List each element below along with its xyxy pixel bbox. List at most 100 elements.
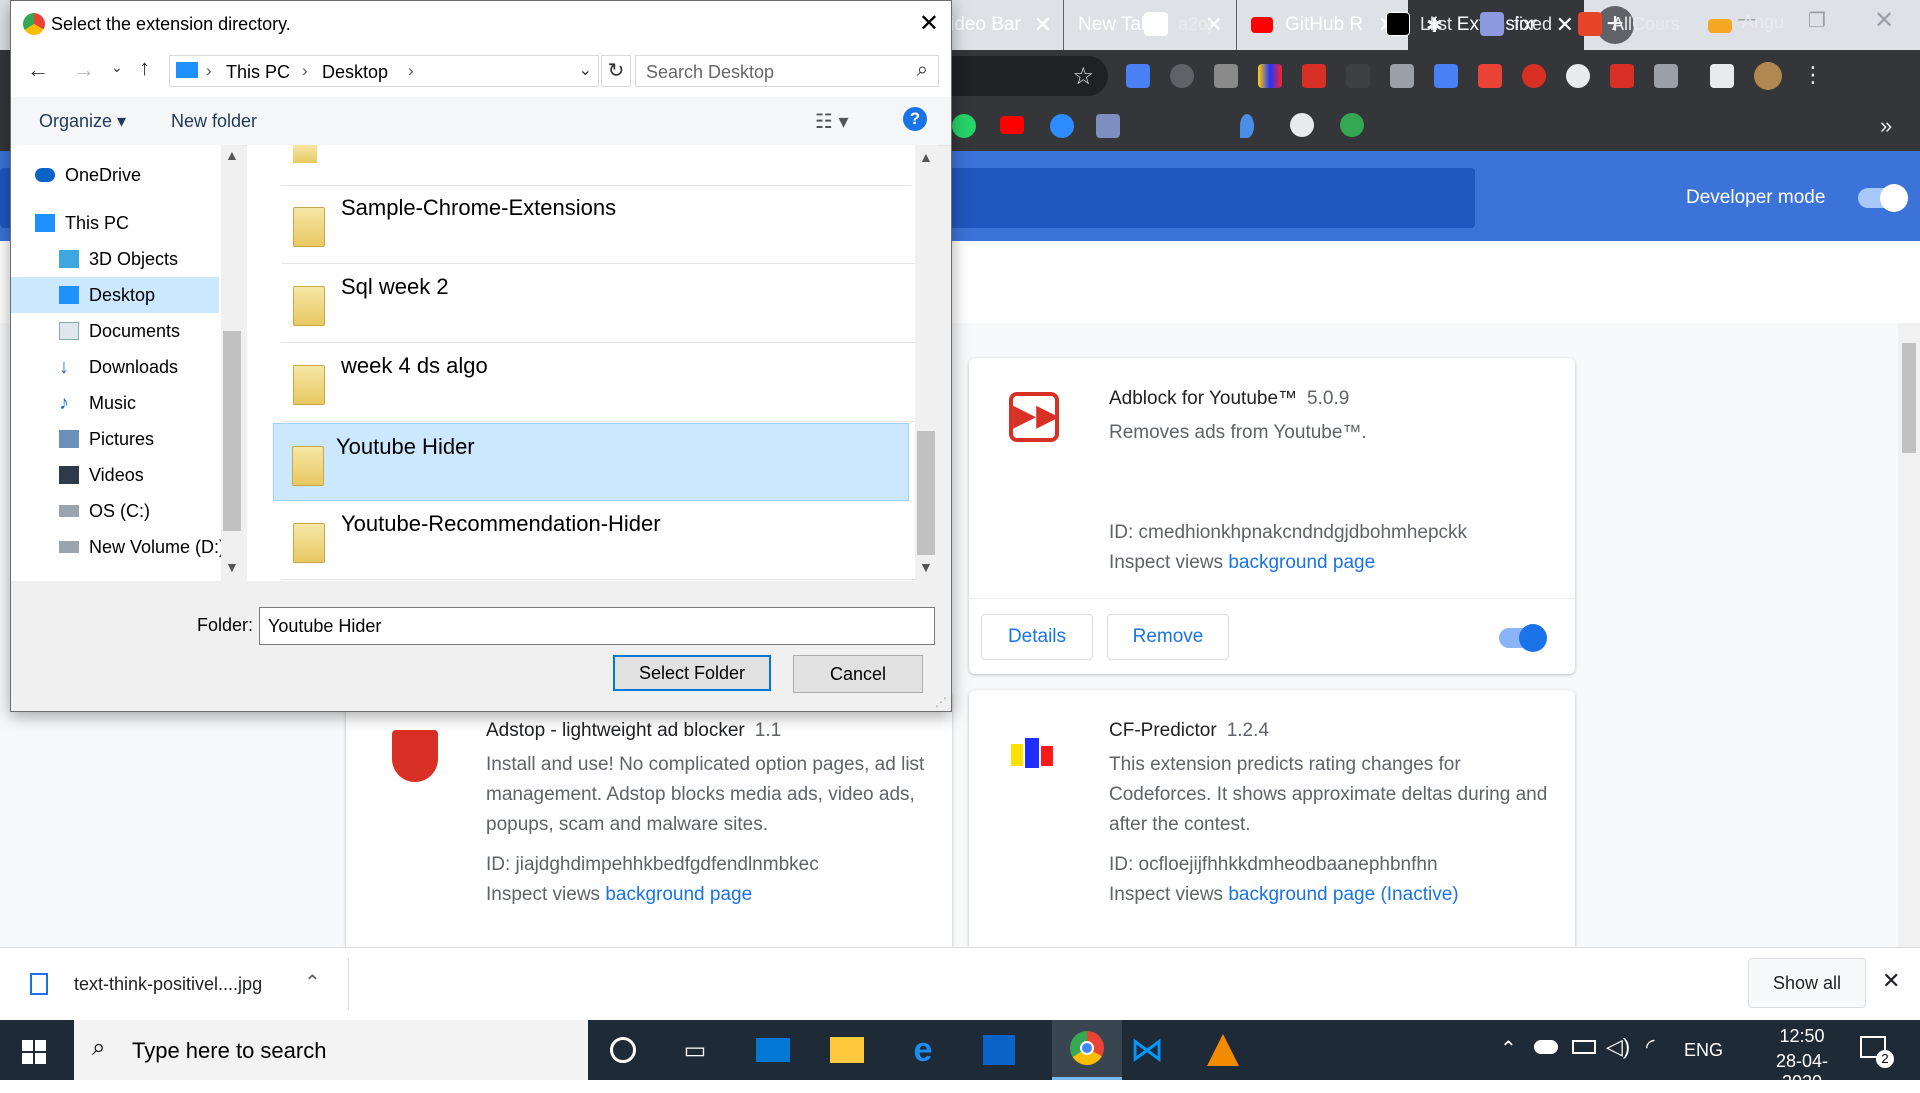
- battery-icon[interactable]: [1572, 1040, 1596, 1054]
- close-icon[interactable]: ✕: [1882, 968, 1900, 994]
- tab-video-bar[interactable]: ideo Bar ✕: [950, 0, 1060, 50]
- cortana-icon[interactable]: [604, 1031, 642, 1069]
- bookmark-star-icon[interactable]: ☆: [1072, 62, 1094, 91]
- dialog-close-button[interactable]: ✕: [919, 9, 939, 38]
- help-icon[interactable]: ?: [903, 107, 927, 131]
- scroll-up-icon[interactable]: ▲: [919, 149, 933, 165]
- background-page-link[interactable]: background page (Inactive): [1228, 884, 1458, 905]
- scroll-up-icon[interactable]: ▲: [225, 147, 239, 163]
- shield-icon[interactable]: [1610, 64, 1634, 88]
- chevron-down-icon[interactable]: ⌄: [579, 60, 592, 80]
- bookmark-llist[interactable]: Llist: [1386, 12, 1452, 36]
- nav-item-onedrive[interactable]: OneDrive: [35, 157, 245, 193]
- outlook-icon[interactable]: [980, 1031, 1018, 1069]
- list-item[interactable]: Youtube-Recommendation-Hider: [281, 501, 931, 580]
- download-icon[interactable]: [1434, 64, 1458, 88]
- bookmark-angu[interactable]: Angu: [1708, 12, 1784, 33]
- omnibox[interactable]: ☆: [950, 56, 1108, 96]
- github-icon[interactable]: [1290, 113, 1314, 137]
- json-icon[interactable]: [1346, 64, 1370, 88]
- search-desktop-input[interactable]: Search Desktop ⌕: [635, 55, 939, 87]
- resize-grip-icon[interactable]: ⋰: [935, 695, 947, 709]
- language-indicator[interactable]: ENG: [1684, 1040, 1723, 1061]
- download-item[interactable]: text-think-positivel....jpg: [74, 974, 262, 995]
- action-center-icon[interactable]: 2: [1860, 1036, 1894, 1068]
- chevron-up-icon[interactable]: ⌃: [1500, 1036, 1517, 1061]
- rocket-icon[interactable]: [1390, 64, 1414, 88]
- megaphone-icon[interactable]: [1302, 64, 1326, 88]
- crop-icon[interactable]: [1126, 64, 1150, 88]
- at-icon[interactable]: [1566, 64, 1590, 88]
- menu-icon[interactable]: ⋮: [1802, 62, 1824, 90]
- file-explorer-icon[interactable]: [828, 1031, 866, 1069]
- bookmark-allcours[interactable]: AllCours: [1578, 12, 1680, 36]
- chrome-taskbar-button[interactable]: [1052, 1020, 1122, 1080]
- play-icon[interactable]: [1340, 113, 1364, 137]
- scrollbar-thumb[interactable]: [223, 331, 241, 531]
- close-icon[interactable]: ✕: [1556, 12, 1574, 38]
- codechef-icon[interactable]: [1096, 114, 1120, 138]
- cf-predictor-icon[interactable]: [1258, 64, 1282, 88]
- background-page-link[interactable]: background page: [1228, 552, 1375, 573]
- view-options-icon[interactable]: ☷ ▾: [815, 109, 849, 134]
- bookmark-fixed[interactable]: fixed: [1480, 12, 1552, 36]
- back-arrow-icon[interactable]: ←: [27, 57, 49, 83]
- show-all-button[interactable]: Show all: [1748, 958, 1866, 1008]
- windows-start-icon[interactable]: [22, 1040, 46, 1064]
- recent-locations-icon[interactable]: ⌄: [111, 59, 123, 76]
- edge-icon[interactable]: e: [904, 1031, 942, 1069]
- list-item[interactable]: week 4 ds algo: [281, 343, 931, 422]
- media-control-icon[interactable]: [1710, 64, 1734, 88]
- bookmarks-overflow-icon[interactable]: »: [1880, 113, 1892, 139]
- scroll-down-icon[interactable]: ▼: [919, 559, 933, 575]
- restore-button[interactable]: ❐: [1808, 8, 1826, 33]
- whatsapp-icon[interactable]: [952, 114, 976, 138]
- list-item[interactable]: Sql week 2: [281, 264, 931, 343]
- developer-mode-toggle[interactable]: [1858, 184, 1908, 212]
- nav-scrollbar[interactable]: ▲ ▼: [221, 145, 243, 581]
- nav-item-this-pc[interactable]: This PC: [35, 205, 245, 241]
- record-icon[interactable]: [1170, 64, 1194, 88]
- scrollbar-thumb[interactable]: [1902, 343, 1916, 453]
- youtube-icon[interactable]: [1000, 116, 1024, 134]
- scrollbar-thumb[interactable]: [917, 431, 935, 555]
- new-folder-button[interactable]: New folder: [171, 111, 257, 132]
- avatar[interactable]: [1754, 62, 1782, 90]
- address-bar[interactable]: › This PC › Desktop › ⌄: [169, 55, 599, 87]
- tab-github[interactable]: GitHub R ✕: [1236, 0, 1406, 50]
- list-item[interactable]: Sample-Chrome-Extensions: [281, 185, 931, 264]
- up-arrow-icon[interactable]: ↑: [139, 55, 150, 81]
- cancel-button[interactable]: Cancel: [793, 655, 923, 693]
- drop-icon[interactable]: [1240, 114, 1254, 138]
- y-icon[interactable]: [1654, 64, 1678, 88]
- refresh-button[interactable]: ↻: [601, 55, 631, 87]
- taskbar-search[interactable]: ⌕ Type here to search: [74, 1020, 588, 1080]
- breadcrumb-desktop[interactable]: Desktop: [322, 62, 388, 83]
- zoom-icon[interactable]: [1050, 114, 1074, 138]
- file-list-scrollbar[interactable]: ▲ ▼: [915, 145, 937, 581]
- wifi-icon[interactable]: ◜: [1646, 1034, 1655, 1060]
- remove-button[interactable]: Remove: [1107, 614, 1229, 660]
- mail-icon[interactable]: [754, 1031, 792, 1069]
- select-folder-button[interactable]: Select Folder: [613, 655, 771, 691]
- yab-icon[interactable]: [1522, 64, 1546, 88]
- breadcrumb-this-pc[interactable]: This PC: [226, 62, 290, 83]
- task-view-icon[interactable]: ▭: [676, 1031, 714, 1069]
- eyedropper-icon[interactable]: [1214, 64, 1238, 88]
- background-page-link[interactable]: background page: [605, 884, 752, 905]
- folder-input[interactable]: Youtube Hider: [259, 607, 935, 645]
- forward-arrow-icon[interactable]: →: [73, 57, 95, 83]
- list-item-selected[interactable]: Youtube Hider: [273, 423, 909, 501]
- volume-icon[interactable]: ◁): [1606, 1034, 1630, 1060]
- chevron-up-icon[interactable]: ⌃: [304, 970, 321, 995]
- extension-enable-toggle[interactable]: [1499, 624, 1547, 652]
- vscode-icon[interactable]: ⋈: [1128, 1031, 1166, 1069]
- bookmark-a2oj[interactable]: a2oj: [1144, 12, 1212, 36]
- clock[interactable]: 12:50 28-04-2020: [1760, 1026, 1844, 1093]
- details-button[interactable]: Details: [981, 614, 1093, 660]
- window-close-button[interactable]: ✕: [1874, 6, 1894, 35]
- vlc-icon[interactable]: [1204, 1031, 1242, 1069]
- organize-menu[interactable]: Organize ▾: [39, 111, 126, 132]
- close-icon[interactable]: ✕: [1034, 12, 1052, 38]
- page-scrollbar[interactable]: [1898, 323, 1920, 947]
